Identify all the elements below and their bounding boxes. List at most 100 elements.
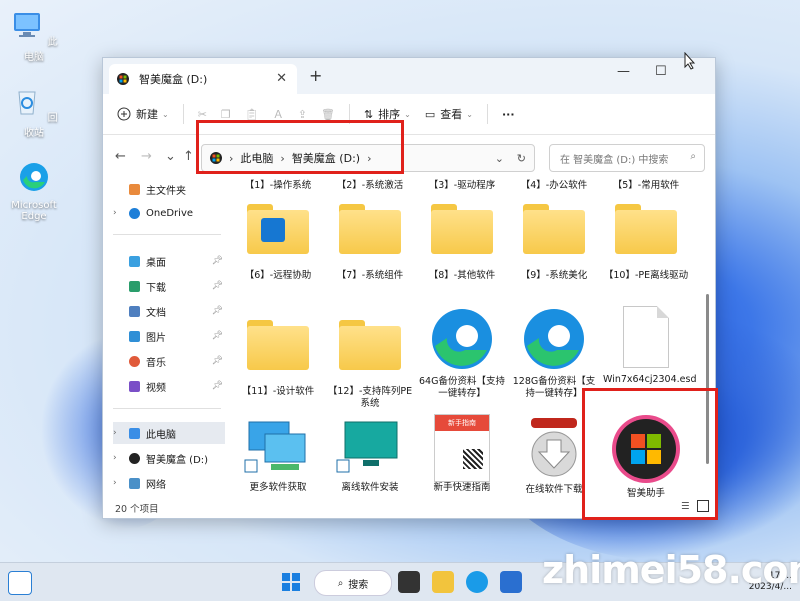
desktop-icon [129,255,140,267]
refresh-icon[interactable]: ↻ [517,152,526,165]
desktop-icon-edge[interactable]: Microsoft Edge [6,160,62,222]
share-icon[interactable]: ⇪ [298,108,307,121]
widgets-icon[interactable] [8,571,32,595]
folder-icon [523,204,585,254]
folder-label: 【11】-设计软件 [241,386,315,397]
chevron-right-icon[interactable]: › [113,453,125,463]
chevron-right-icon[interactable]: › [113,208,125,218]
recent-chevron-icon[interactable]: ⌄ [165,149,176,164]
forward-arrow-icon[interactable]: → [141,149,152,164]
sidebar-item-pictures[interactable]: 图片 📌︎ [113,325,225,347]
back-arrow-icon[interactable]: ← [115,149,126,164]
edge-icon [432,309,492,369]
shortcut-item[interactable]: 128G备份资料【支持一键转存】 [511,306,597,400]
sidebar-item-home[interactable]: 主文件夹 [113,178,225,200]
cut-icon[interactable]: ✂ [198,108,207,121]
folder-icon [339,320,401,370]
task-view-icon[interactable] [398,571,420,593]
pin-icon[interactable]: 📌︎ [212,256,223,266]
desktop-icon-this-pc[interactable]: 此电脑 [6,8,62,63]
file-icon [623,306,669,368]
sidebar-item-desktop[interactable]: 桌面 📌︎ [113,250,225,272]
file-label: 新手快速指南 [433,482,491,493]
up-arrow-icon[interactable]: ↑ [183,149,194,164]
view-icon: ▭ [424,107,436,121]
folder-item[interactable]: 【12】-支持阵列PE系统 [327,314,413,410]
address-dropdown-icon[interactable]: ⌄ [495,152,504,165]
document-icon [129,305,140,317]
folder-item[interactable]: 【2】-系统激活 [327,180,413,192]
folder-item[interactable]: 【9】-系统美化 [511,198,597,282]
shortcut-label: 64G备份资料【支持一键转存】 [419,376,505,399]
file-explorer-taskbar-icon[interactable] [432,571,454,593]
title-bar: 智美魔盒 (D:) ✕ + — ☐ [103,58,715,94]
start-button[interactable] [280,571,302,593]
sidebar-item-documents[interactable]: 文档 📌︎ [113,300,225,322]
copy-icon[interactable]: ❐ [221,108,231,121]
tab-current-drive[interactable]: 智美魔盒 (D:) ✕ [109,64,297,94]
sidebar-item-network[interactable]: › 网络 [113,472,225,494]
view-button-label: 查看 [440,108,463,121]
sidebar-item-music[interactable]: 音乐 📌︎ [113,350,225,372]
new-tab-button[interactable]: + [309,66,322,85]
folder-icon [247,320,309,370]
folder-item[interactable]: 【3】-驱动程序 [419,180,505,192]
close-tab-icon[interactable]: ✕ [276,71,287,86]
sidebar-item-label: 智美魔盒 (D:) [146,454,209,466]
pin-icon[interactable]: 📌︎ [212,281,223,291]
sidebar-item-onedrive[interactable]: › OneDrive [113,202,225,224]
pin-icon[interactable]: 📌︎ [212,306,223,316]
sidebar-item-videos[interactable]: 视频 📌︎ [113,375,225,397]
folder-icon [247,204,309,254]
folder-item[interactable]: 【11】-设计软件 [235,314,321,398]
sidebar-item-this-pc[interactable]: › 此电脑 [113,422,225,444]
tab-title: 智美魔盒 (D:) [139,73,208,86]
maximize-button[interactable]: ☐ [655,64,667,79]
sidebar-item-drive-d[interactable]: › 智美魔盒 (D:) [113,447,225,469]
folder-item[interactable]: 【8】-其他软件 [419,198,505,282]
address-row: ← → ⌄ ↑ › 此电脑 › 智美魔盒 (D:) › ⌄ ↻ 在 智美魔盒 (… [103,135,715,179]
search-box[interactable]: 在 智美魔盒 (D:) 中搜索 ⌕ [549,144,705,172]
picture-icon [129,330,140,342]
shortcut-item[interactable]: 64G备份资料【支持一键转存】 [419,306,505,400]
windows-logo-icon [282,573,300,591]
delete-icon[interactable]: 🗑︎ [321,108,335,121]
edge-taskbar-icon[interactable] [466,571,488,593]
minimize-button[interactable]: — [617,64,630,79]
desktop-icon-recycle-bin[interactable]: 回收站 [6,84,62,139]
drive-logo-icon [117,73,129,85]
taskbar-search[interactable]: ⌕ 搜索 [314,570,392,596]
folder-item[interactable]: 【10】-PE离线驱动 [603,198,689,282]
network-icon [129,477,140,489]
shortcut-item[interactable]: 更多软件获取 [235,418,321,494]
pin-icon[interactable]: 📌︎ [212,356,223,366]
monitor-icon [336,421,398,473]
view-button[interactable]: ▭ 查看 ⌄ [425,106,473,122]
pin-icon[interactable]: 📌︎ [212,381,223,391]
folder-label: 【9】-系统美化 [520,270,588,281]
folder-item[interactable]: 【4】-办公软件 [511,180,597,192]
edge-icon [524,309,584,369]
store-taskbar-icon[interactable] [500,571,522,593]
search-icon: ⌕ [337,577,344,589]
qr-code-icon [463,449,483,469]
shortcut-item[interactable]: 离线软件安装 [327,418,413,494]
toolbar-divider [486,104,488,124]
sort-icon: ⇅ [363,107,374,121]
sidebar-item-downloads[interactable]: 下载 📌︎ [113,275,225,297]
folder-item[interactable]: 【5】-常用软件 [603,180,689,192]
paste-icon[interactable]: 📋︎ [245,108,259,121]
image-item[interactable]: 新手指南 新手快速指南 [419,414,505,494]
file-item[interactable]: Win7x64cj2304.esd [603,306,696,386]
chevron-right-icon[interactable]: › [113,428,125,438]
pin-icon[interactable]: 📌︎ [212,331,223,341]
folder-item[interactable]: 【1】-操作系统 [235,180,321,192]
folder-item[interactable]: 【6】-远程协助 [235,198,321,282]
home-icon [129,183,140,195]
folder-item[interactable]: 【7】-系统组件 [327,198,413,282]
sidebar-item-label: 主文件夹 [146,185,186,197]
chevron-right-icon[interactable]: › [113,478,125,488]
new-button[interactable]: 新建 ⌄ [117,106,169,122]
command-bar: 新建 ⌄ ✂ ❐ 📋︎ Ａ ⇪ 🗑︎ ⇅ 排序 ⌄ ▭ 查看 ⌄ ··· [103,94,715,135]
more-options-button[interactable]: ··· [502,108,515,121]
